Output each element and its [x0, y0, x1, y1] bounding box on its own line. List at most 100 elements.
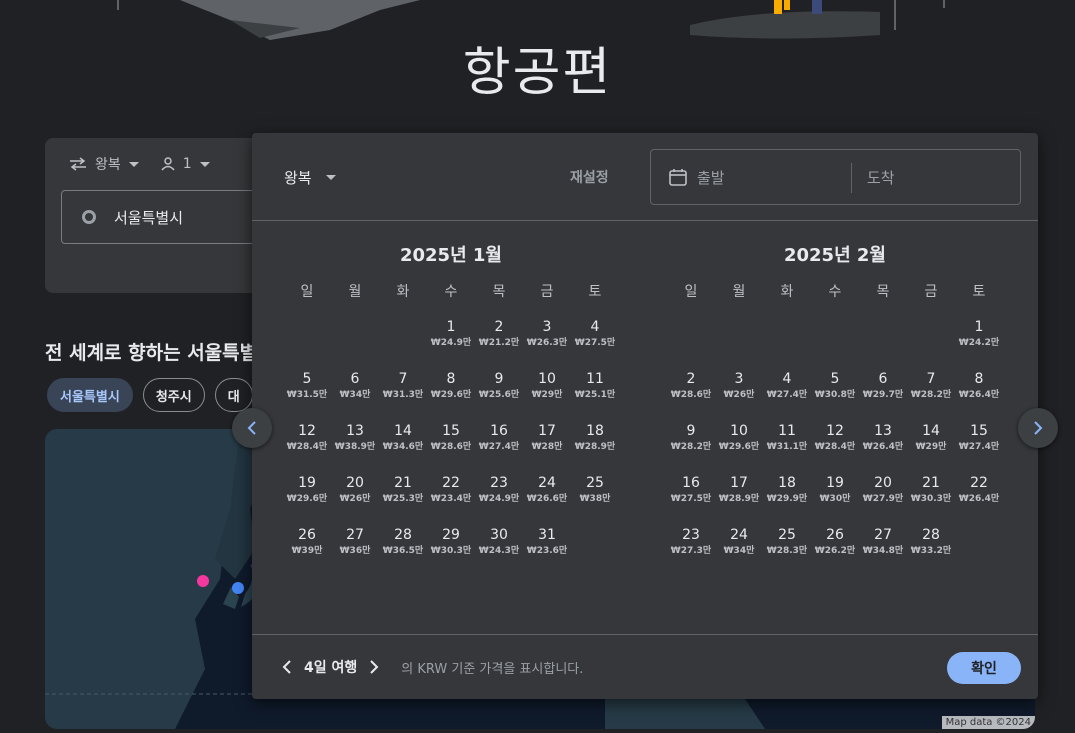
calendar-day[interactable]: 5 ₩30.8만 — [811, 365, 859, 417]
calendar-day[interactable]: 25 ₩38만 — [571, 469, 619, 521]
calendar-day[interactable]: 3 ₩26.3만 — [523, 313, 571, 365]
calendar-day[interactable]: 15 ₩27.4만 — [955, 417, 1003, 469]
day-price: ₩28.4만 — [286, 442, 328, 452]
calendar-day[interactable]: 21 ₩25.3만 — [379, 469, 427, 521]
day-number: 11 — [778, 423, 796, 439]
calendar-day[interactable]: 15 ₩28.6만 — [427, 417, 475, 469]
day-price: ₩23.4만 — [430, 494, 472, 504]
day-price: ₩28.6만 — [670, 390, 712, 400]
dialog-trip-type-select[interactable]: 왕복 — [284, 167, 336, 188]
calendar-day[interactable]: 20 ₩26만 — [331, 469, 379, 521]
calendar-day[interactable]: 27 ₩36만 — [331, 521, 379, 573]
day-grid: 1 ₩24.2만 2 ₩28.6만 3 ₩26만 4 ₩27.4만 5 ₩30.8만 6 ₩29.7만… — [667, 313, 1003, 573]
calendar-day[interactable]: 22 ₩23.4만 — [427, 469, 475, 521]
weekday-label: 금 — [540, 284, 554, 300]
calendar-day[interactable]: 10 ₩29만 — [523, 365, 571, 417]
calendar-day[interactable]: 28 ₩33.2만 — [907, 521, 955, 573]
day-number: 6 — [878, 371, 888, 387]
calendar-day[interactable]: 9 ₩25.6만 — [475, 365, 523, 417]
calendar-day[interactable]: 22 ₩26.4만 — [955, 469, 1003, 521]
calendar-day[interactable]: 8 ₩29.6만 — [427, 365, 475, 417]
calendar-day[interactable]: 23 ₩24.9만 — [475, 469, 523, 521]
calendar-day[interactable]: 16 ₩27.4만 — [475, 417, 523, 469]
calendar-day[interactable]: 8 ₩26.4만 — [955, 365, 1003, 417]
reset-button[interactable]: 재설정 — [570, 167, 609, 187]
calendar-day[interactable]: 5 ₩31.5만 — [283, 365, 331, 417]
passenger-select[interactable]: 1 — [161, 156, 210, 172]
calendar-day[interactable]: 29 ₩30.3만 — [427, 521, 475, 573]
next-month-button[interactable] — [1018, 408, 1058, 448]
calendar-day[interactable]: 14 ₩34.6만 — [379, 417, 427, 469]
day-price: ₩30.3만 — [910, 494, 952, 504]
day-price: ₩24.9만 — [478, 494, 520, 504]
calendar-day[interactable]: 3 ₩26만 — [715, 365, 763, 417]
calendar-day[interactable]: 13 ₩38.9만 — [331, 417, 379, 469]
calendar-day[interactable]: 25 ₩28.3만 — [763, 521, 811, 573]
chevron-down-icon — [199, 161, 210, 167]
calendar-day[interactable]: 6 ₩29.7만 — [859, 365, 907, 417]
chevron-right-icon[interactable] — [369, 660, 379, 674]
calendar-day[interactable]: 16 ₩27.5만 — [667, 469, 715, 521]
day-number: 8 — [446, 371, 456, 387]
calendar-day[interactable]: 11 ₩25.1만 — [571, 365, 619, 417]
departure-date-input[interactable]: 출발 — [697, 167, 725, 188]
day-price: ₩39만 — [291, 546, 323, 556]
day-number: 10 — [730, 423, 748, 439]
calendar-day[interactable]: 6 ₩34만 — [331, 365, 379, 417]
calendar-day[interactable]: 18 ₩28.9만 — [571, 417, 619, 469]
day-price: ₩26.4만 — [958, 390, 1000, 400]
calendar-day[interactable]: 12 ₩28.4만 — [811, 417, 859, 469]
chip-city[interactable]: 서울특별시 — [47, 378, 133, 412]
confirm-button[interactable]: 확인 — [947, 652, 1021, 684]
calendar-day[interactable]: 21 ₩30.3만 — [907, 469, 955, 521]
calendar-day[interactable]: 18 ₩29.9만 — [763, 469, 811, 521]
calendar-day[interactable]: 9 ₩28.2만 — [667, 417, 715, 469]
trip-type-select[interactable]: 왕복 — [69, 154, 139, 174]
calendar-day[interactable]: 7 ₩31.3만 — [379, 365, 427, 417]
calendar-day[interactable]: 17 ₩28만 — [523, 417, 571, 469]
calendar-day[interactable]: 24 ₩34만 — [715, 521, 763, 573]
calendar-day[interactable]: 26 ₩39만 — [283, 521, 331, 573]
return-date-input[interactable]: 도착 — [867, 167, 895, 188]
chip-city[interactable]: 청주시 — [142, 378, 205, 412]
calendar-day[interactable]: 24 ₩26.6만 — [523, 469, 571, 521]
calendar-day[interactable]: 30 ₩24.3만 — [475, 521, 523, 573]
date-range-field[interactable]: 출발 도착 — [650, 149, 1021, 205]
calendar-day[interactable]: 4 ₩27.4만 — [763, 365, 811, 417]
day-blank — [283, 313, 331, 365]
weekday-label: 목 — [492, 284, 506, 300]
calendar-day[interactable]: 7 ₩28.2만 — [907, 365, 955, 417]
calendar-day[interactable]: 23 ₩27.3만 — [667, 521, 715, 573]
day-price: ₩34.8만 — [862, 546, 904, 556]
map-marker-destination[interactable] — [232, 582, 244, 594]
calendar-day[interactable]: 14 ₩29만 — [907, 417, 955, 469]
person-icon — [161, 157, 175, 171]
calendar-day[interactable]: 1 ₩24.9만 — [427, 313, 475, 365]
map-marker-seoul[interactable] — [197, 575, 209, 587]
calendar-day[interactable]: 31 ₩23.6만 — [523, 521, 571, 573]
calendar-day[interactable]: 19 ₩29.6만 — [283, 469, 331, 521]
weekday-label: 일 — [300, 284, 314, 300]
calendar-day[interactable]: 2 ₩21.2만 — [475, 313, 523, 365]
day-number: 25 — [586, 475, 604, 491]
calendar-day[interactable]: 10 ₩29.6만 — [715, 417, 763, 469]
calendar-day[interactable]: 19 ₩30만 — [811, 469, 859, 521]
calendar-day[interactable]: 12 ₩28.4만 — [283, 417, 331, 469]
calendar-day[interactable]: 11 ₩31.1만 — [763, 417, 811, 469]
chevron-left-icon[interactable] — [282, 660, 292, 674]
day-price: ₩28.2만 — [910, 390, 952, 400]
previous-month-button[interactable] — [232, 408, 272, 448]
calendar-day[interactable]: 1 ₩24.2만 — [955, 313, 1003, 365]
calendar-day[interactable]: 20 ₩27.9만 — [859, 469, 907, 521]
calendar-day[interactable]: 13 ₩26.4만 — [859, 417, 907, 469]
day-number: 13 — [346, 423, 364, 439]
chip-city[interactable]: 대 — [214, 378, 253, 412]
calendar-day[interactable]: 2 ₩28.6만 — [667, 365, 715, 417]
calendar-day[interactable]: 17 ₩28.9만 — [715, 469, 763, 521]
calendar-day[interactable]: 28 ₩36.5만 — [379, 521, 427, 573]
calendar-day[interactable]: 26 ₩26.2만 — [811, 521, 859, 573]
day-price: ₩26.3만 — [526, 338, 568, 348]
calendar-day[interactable]: 4 ₩27.5만 — [571, 313, 619, 365]
calendar-day[interactable]: 27 ₩34.8만 — [859, 521, 907, 573]
day-number: 25 — [778, 527, 796, 543]
